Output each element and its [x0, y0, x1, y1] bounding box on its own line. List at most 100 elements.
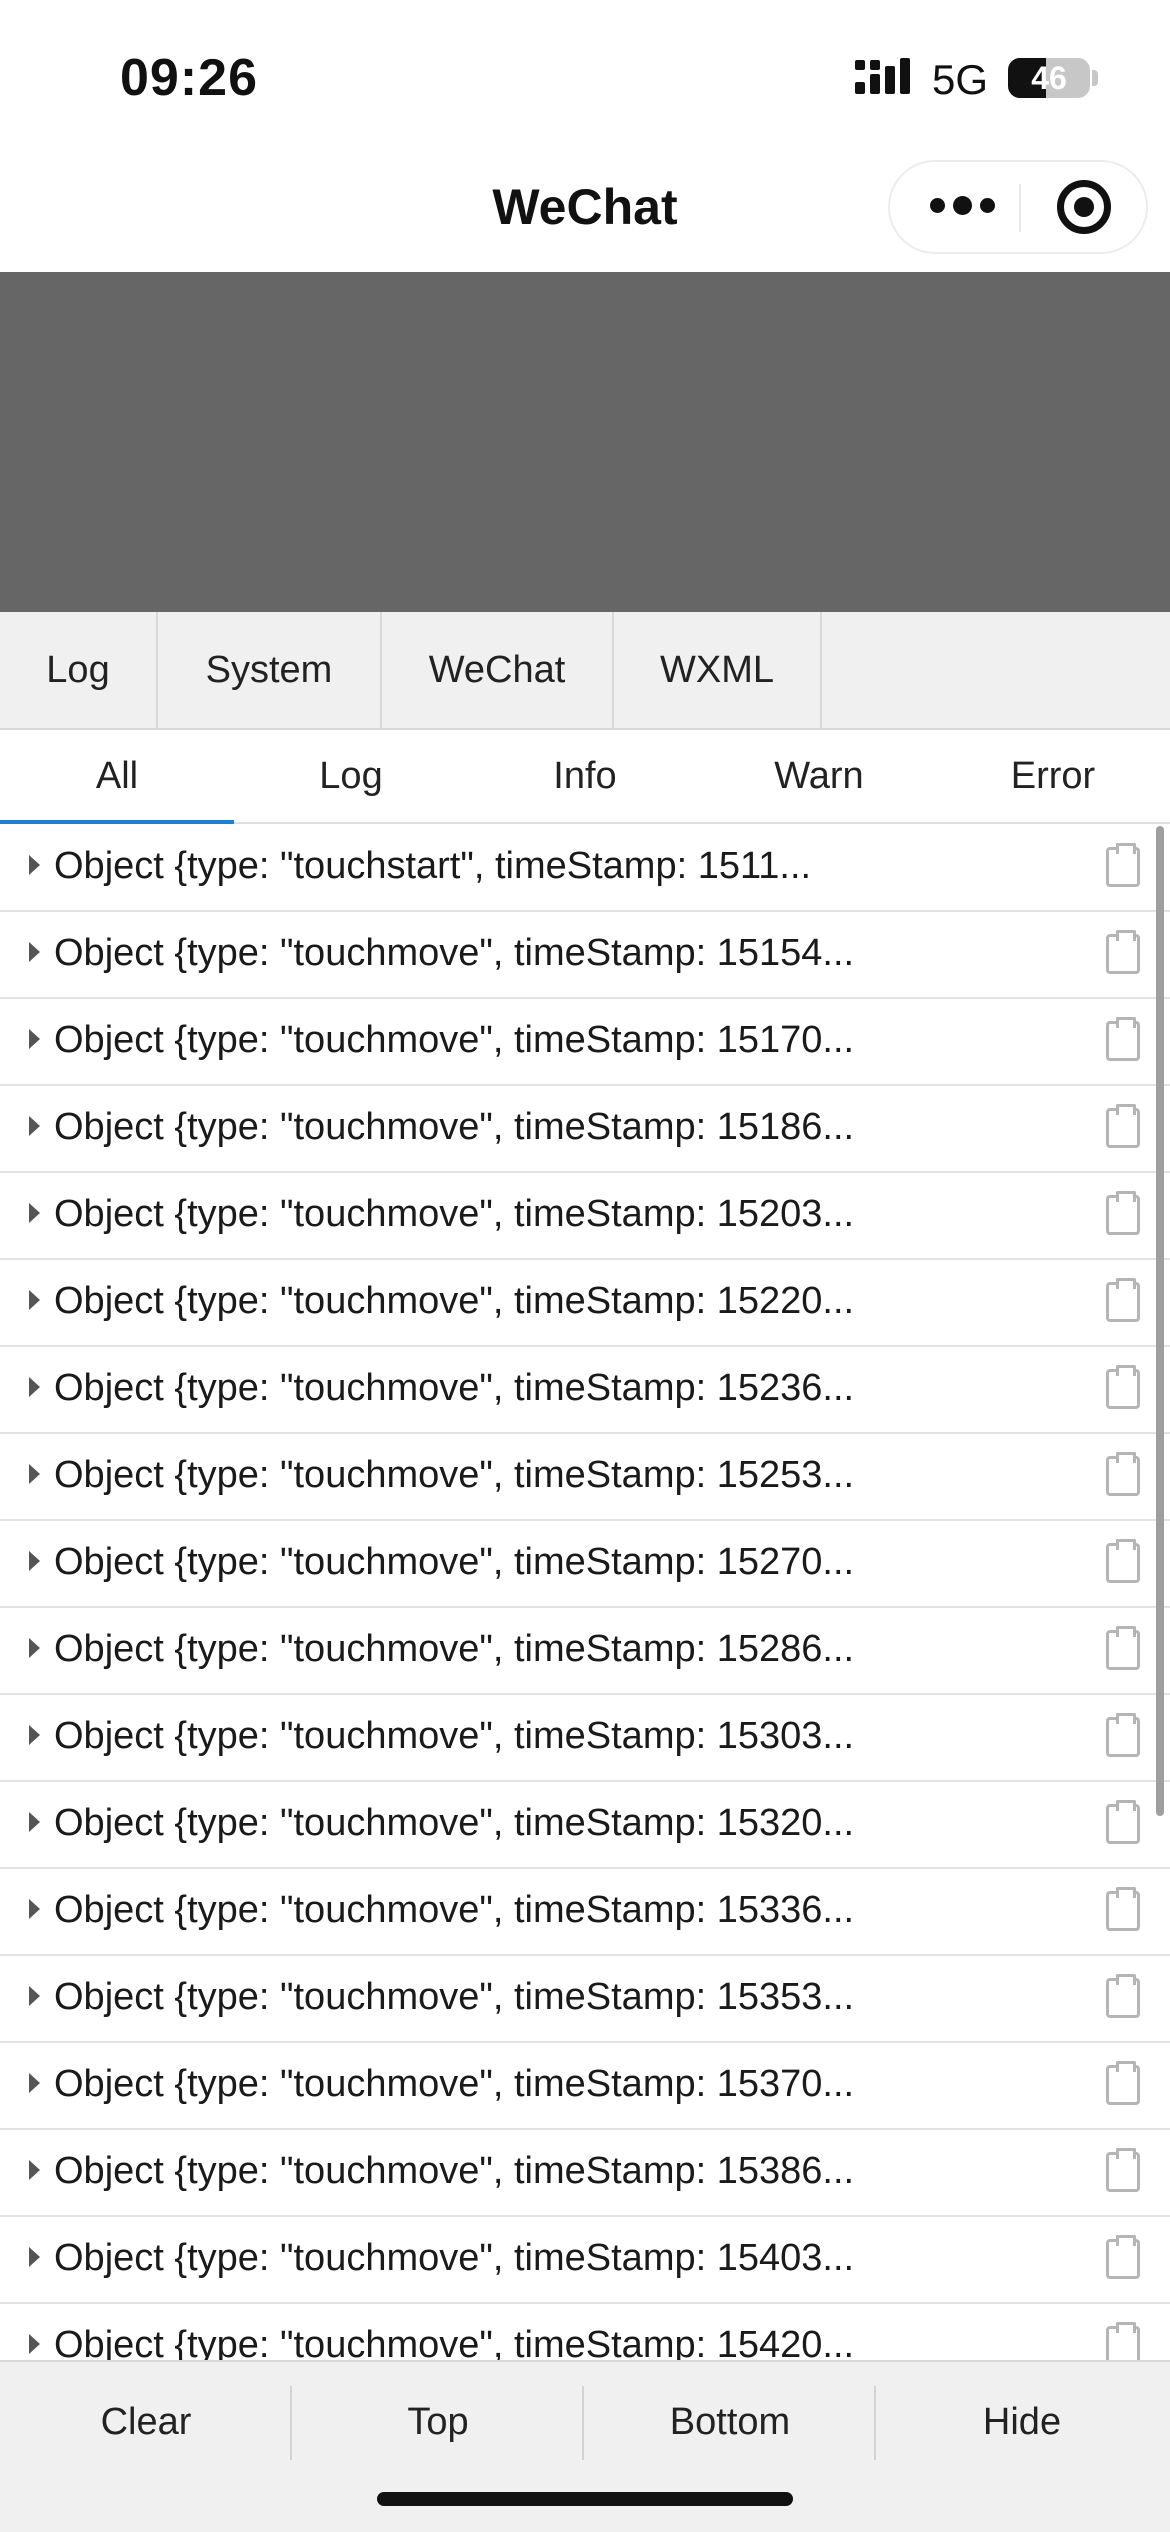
log-entry-text: Object {type: "touchmove", timeStamp: 15… — [54, 1976, 855, 2018]
expand-arrow-icon[interactable] — [29, 1725, 40, 1745]
log-entry[interactable]: Object {type: "touchmove", timeStamp: 15… — [0, 1260, 1170, 1347]
signal-bars-icon — [855, 58, 910, 94]
clipboard-copy-icon[interactable] — [1106, 2322, 1140, 2360]
more-dots-icon — [930, 196, 995, 215]
log-entry-text: Object {type: "touchmove", timeStamp: 15… — [54, 1715, 855, 1757]
log-entry[interactable]: Object {type: "touchmove", timeStamp: 15… — [0, 1173, 1170, 1260]
clipboard-copy-icon[interactable] — [1106, 2061, 1140, 2105]
clipboard-copy-icon[interactable] — [1106, 930, 1140, 974]
log-entry[interactable]: Object {type: "touchmove", timeStamp: 15… — [0, 999, 1170, 1086]
battery-icon: 46 — [1008, 58, 1090, 98]
scrollbar[interactable] — [1156, 826, 1164, 1816]
log-entry-text: Object {type: "touchmove", timeStamp: 15… — [54, 1019, 855, 1061]
tab-wechat[interactable]: WeChat — [382, 612, 614, 728]
clipboard-copy-icon[interactable] — [1106, 1017, 1140, 1061]
target-close-icon — [1057, 180, 1111, 234]
filter-log[interactable]: Log — [234, 730, 468, 822]
status-bar: 09:26 5G 46 — [0, 0, 1170, 140]
home-indicator — [377, 2492, 793, 2506]
log-entry[interactable]: Object {type: "touchmove", timeStamp: 15… — [0, 1869, 1170, 1956]
expand-arrow-icon[interactable] — [29, 1812, 40, 1832]
log-list[interactable]: Object {type: "touchstart", timeStamp: 1… — [0, 825, 1170, 2360]
log-entry[interactable]: Object {type: "touchmove", timeStamp: 15… — [0, 1434, 1170, 1521]
log-entry[interactable]: Object {type: "touchmove", timeStamp: 15… — [0, 1956, 1170, 2043]
expand-arrow-icon[interactable] — [29, 1203, 40, 1223]
top-button[interactable]: Top — [292, 2362, 584, 2482]
more-button[interactable] — [890, 162, 1019, 252]
expand-arrow-icon[interactable] — [29, 2247, 40, 2267]
tab-log[interactable]: Log — [0, 612, 158, 728]
log-entry[interactable]: Object {type: "touchmove", timeStamp: 15… — [0, 1347, 1170, 1434]
tab-system[interactable]: System — [158, 612, 382, 728]
expand-arrow-icon[interactable] — [29, 2160, 40, 2180]
log-entry[interactable]: Object {type: "touchmove", timeStamp: 15… — [0, 912, 1170, 999]
filter-info[interactable]: Info — [468, 730, 702, 822]
log-entry[interactable]: Object {type: "touchstart", timeStamp: 1… — [0, 825, 1170, 912]
log-entry-text: Object {type: "touchmove", timeStamp: 15… — [54, 1454, 855, 1496]
filter-all[interactable]: All — [0, 730, 234, 824]
network-type: 5G — [932, 56, 989, 103]
log-entry-text: Object {type: "touchmove", timeStamp: 15… — [54, 932, 855, 974]
clipboard-copy-icon[interactable] — [1106, 1452, 1140, 1496]
expand-arrow-icon[interactable] — [29, 1377, 40, 1397]
battery-nub — [1092, 70, 1098, 86]
log-entry-text: Object {type: "touchmove", timeStamp: 15… — [54, 1889, 855, 1931]
clipboard-copy-icon[interactable] — [1106, 1191, 1140, 1235]
clipboard-copy-icon[interactable] — [1106, 1278, 1140, 1322]
log-entry-text: Object {type: "touchmove", timeStamp: 15… — [54, 1367, 855, 1409]
log-entry[interactable]: Object {type: "touchmove", timeStamp: 15… — [0, 2130, 1170, 2217]
clipboard-copy-icon[interactable] — [1106, 2148, 1140, 2192]
log-entry-text: Object {type: "touchmove", timeStamp: 15… — [54, 1802, 855, 1844]
log-filter-tabs: All Log Info Warn Error — [0, 730, 1170, 824]
expand-arrow-icon[interactable] — [29, 942, 40, 962]
log-entry[interactable]: Object {type: "touchmove", timeStamp: 15… — [0, 1086, 1170, 1173]
expand-arrow-icon[interactable] — [29, 1899, 40, 1919]
expand-arrow-icon[interactable] — [29, 1551, 40, 1571]
log-entry-text: Object {type: "touchmove", timeStamp: 15… — [54, 1628, 855, 1670]
log-entry-text: Object {type: "touchmove", timeStamp: 15… — [54, 1541, 855, 1583]
expand-arrow-icon[interactable] — [29, 1638, 40, 1658]
tab-wxml[interactable]: WXML — [614, 612, 822, 728]
expand-arrow-icon[interactable] — [29, 1029, 40, 1049]
log-entry[interactable]: Object {type: "touchmove", timeStamp: 15… — [0, 2304, 1170, 2360]
log-entry[interactable]: Object {type: "touchmove", timeStamp: 15… — [0, 1695, 1170, 1782]
mini-program-capsule — [888, 160, 1148, 254]
battery-level: 46 — [1031, 60, 1067, 96]
expand-arrow-icon[interactable] — [29, 855, 40, 875]
log-entry[interactable]: Object {type: "touchmove", timeStamp: 15… — [0, 2217, 1170, 2304]
log-entry[interactable]: Object {type: "touchmove", timeStamp: 15… — [0, 1608, 1170, 1695]
expand-arrow-icon[interactable] — [29, 1116, 40, 1136]
expand-arrow-icon[interactable] — [29, 1986, 40, 2006]
filter-warn[interactable]: Warn — [702, 730, 936, 822]
console-tabs: Log System WeChat WXML — [0, 612, 1170, 730]
clear-button[interactable]: Clear — [0, 2362, 292, 2482]
log-entry[interactable]: Object {type: "touchmove", timeStamp: 15… — [0, 1782, 1170, 1869]
log-entry-text: Object {type: "touchmove", timeStamp: 15… — [54, 2063, 855, 2105]
log-entry[interactable]: Object {type: "touchmove", timeStamp: 15… — [0, 1521, 1170, 1608]
clipboard-copy-icon[interactable] — [1106, 1713, 1140, 1757]
clipboard-copy-icon[interactable] — [1106, 1800, 1140, 1844]
expand-arrow-icon[interactable] — [29, 2073, 40, 2093]
clipboard-copy-icon[interactable] — [1106, 1974, 1140, 2018]
clipboard-copy-icon[interactable] — [1106, 1365, 1140, 1409]
filter-error[interactable]: Error — [936, 730, 1170, 822]
close-button[interactable] — [1021, 162, 1150, 252]
status-time: 09:26 — [120, 49, 258, 107]
content-placeholder — [0, 272, 1170, 612]
console-toolbar: Clear Top Bottom Hide — [0, 2360, 1170, 2532]
clipboard-copy-icon[interactable] — [1106, 1887, 1140, 1931]
log-entry-text: Object {type: "touchmove", timeStamp: 15… — [54, 1193, 855, 1235]
clipboard-copy-icon[interactable] — [1106, 1104, 1140, 1148]
bottom-button[interactable]: Bottom — [584, 2362, 876, 2482]
clipboard-copy-icon[interactable] — [1106, 1539, 1140, 1583]
log-entry-text: Object {type: "touchstart", timeStamp: 1… — [54, 845, 812, 887]
expand-arrow-icon[interactable] — [29, 1464, 40, 1484]
expand-arrow-icon[interactable] — [29, 2334, 40, 2354]
clipboard-copy-icon[interactable] — [1106, 843, 1140, 887]
log-entry[interactable]: Object {type: "touchmove", timeStamp: 15… — [0, 2043, 1170, 2130]
hide-button[interactable]: Hide — [876, 2362, 1168, 2482]
expand-arrow-icon[interactable] — [29, 1290, 40, 1310]
clipboard-copy-icon[interactable] — [1106, 2235, 1140, 2279]
log-entry-text: Object {type: "touchmove", timeStamp: 15… — [54, 1280, 855, 1322]
clipboard-copy-icon[interactable] — [1106, 1626, 1140, 1670]
